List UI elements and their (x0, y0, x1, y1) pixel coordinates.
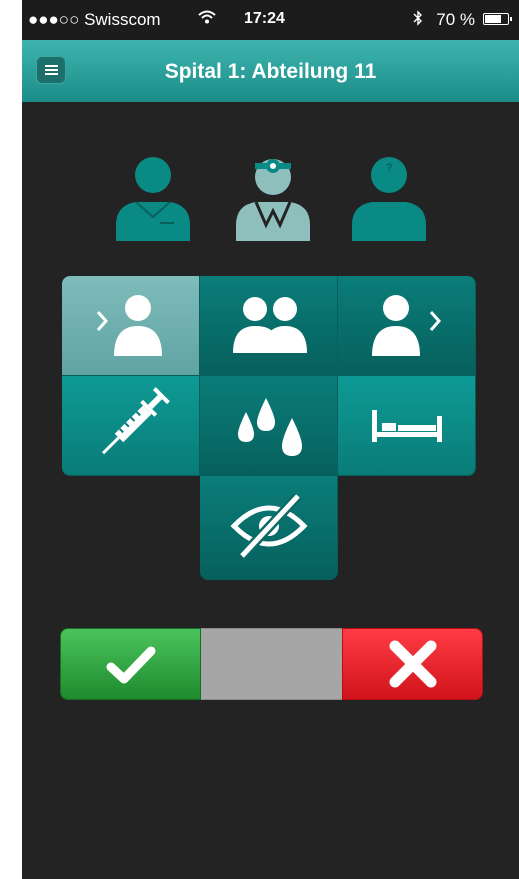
syringe-icon (102, 387, 170, 455)
person-arrow-out-icon (372, 295, 442, 356)
battery-percent: 70 % (436, 10, 475, 29)
phone-screen: ●●●○○ Swisscom 17:24 70 % Spital 1: Abte… (22, 0, 519, 879)
unknown-person-icon: ? (352, 157, 426, 241)
unknown-mark: ? (386, 162, 392, 174)
role-nurse-button[interactable] (114, 155, 192, 243)
wifi-icon (197, 9, 217, 30)
battery-icon (483, 13, 512, 25)
checkmark-icon (106, 646, 156, 684)
page-title: Spital 1: Abteilung 11 (164, 60, 377, 83)
tile-hidden[interactable] (200, 476, 338, 580)
carrier-label: ●●●○○ Swisscom (28, 10, 161, 29)
tile-visitors[interactable] (200, 276, 338, 376)
bed-icon (372, 410, 442, 442)
nav-bar: Spital 1: Abteilung 11 (22, 40, 519, 102)
neutral-segment[interactable] (201, 628, 342, 700)
tile-fluids[interactable] (200, 376, 338, 476)
role-unknown-button[interactable]: ? (350, 155, 428, 243)
nurse-icon (116, 157, 190, 241)
status-time: 17:24 (244, 10, 285, 27)
cross-icon (389, 640, 437, 688)
bluetooth-icon (413, 9, 423, 32)
role-doctor-button[interactable] (234, 155, 312, 243)
eye-crossed-icon (230, 492, 308, 560)
tile-injection[interactable] (62, 376, 200, 476)
confirm-button[interactable] (60, 628, 201, 700)
tile-patient-out[interactable] (338, 276, 476, 376)
two-persons-icon (233, 297, 307, 353)
cancel-button[interactable] (342, 628, 483, 700)
tile-patient-in[interactable] (62, 276, 200, 376)
person-arrow-in-icon (96, 295, 162, 356)
drops-icon (238, 398, 302, 456)
doctor-icon (236, 159, 310, 241)
tile-bed[interactable] (338, 376, 476, 476)
status-bar: ●●●○○ Swisscom 17:24 70 % (22, 0, 519, 40)
